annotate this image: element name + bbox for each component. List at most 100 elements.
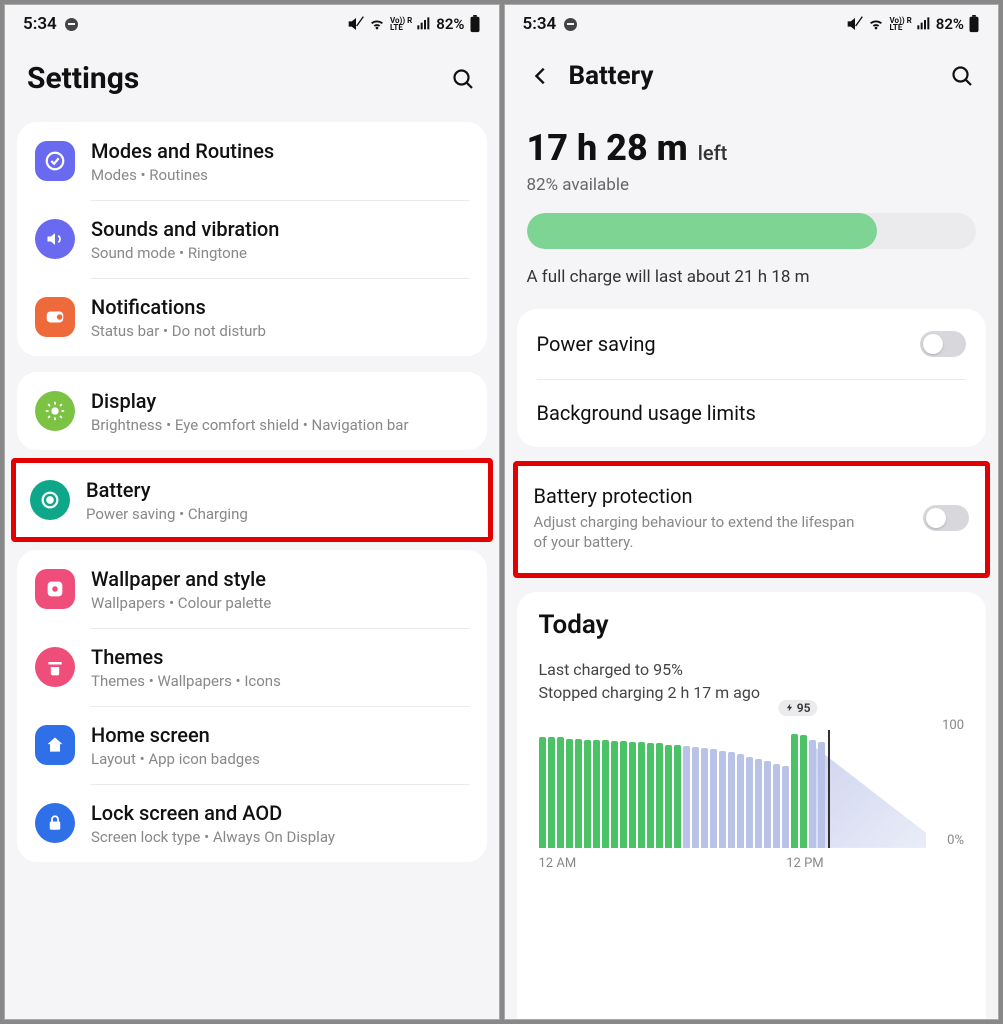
power-saving-toggle[interactable] bbox=[920, 331, 966, 357]
battery-screen: 5:34 Vo)) RLTE 82% Battery 17 h 28 m lef… bbox=[504, 4, 1000, 1020]
row-sub: Layout • App icon badges bbox=[91, 750, 469, 768]
battery-protection-toggle[interactable] bbox=[923, 505, 969, 531]
highlight-battery-protection: Battery protection Adjust charging behav… bbox=[513, 461, 991, 578]
signal-icon bbox=[416, 16, 432, 32]
chart-bar-discharging bbox=[719, 751, 726, 848]
chart-bar-charging bbox=[620, 741, 627, 848]
search-icon bbox=[950, 64, 974, 88]
battery-icon bbox=[469, 15, 481, 33]
chart-bar-charging bbox=[584, 740, 591, 848]
chart-bar-charging bbox=[647, 743, 654, 847]
status-icons: Vo)) RLTE 82% bbox=[348, 15, 481, 33]
time-left-suffix: left bbox=[698, 141, 728, 165]
row-title: Modes and Routines bbox=[91, 138, 469, 164]
notif-icon bbox=[35, 297, 75, 337]
row-background-usage[interactable]: Background usage limits bbox=[517, 379, 987, 447]
row-power-saving[interactable]: Power saving bbox=[517, 309, 987, 379]
status-bar: 5:34 Vo)) RLTE 82% bbox=[5, 5, 499, 43]
settings-group: Display Brightness • Eye comfort shield … bbox=[17, 372, 487, 450]
row-lock-screen[interactable]: Lock screen and AOD Screen lock type • A… bbox=[17, 784, 487, 862]
row-wallpaper[interactable]: Wallpaper and style Wallpapers • Colour … bbox=[17, 550, 487, 628]
y-tick-top: 100 bbox=[942, 718, 964, 733]
battery-settings-icon bbox=[30, 480, 70, 520]
chart-bar-discharging bbox=[755, 759, 762, 848]
row-title: Notifications bbox=[91, 294, 469, 320]
row-sub: Status bar • Do not disturb bbox=[91, 322, 469, 340]
settings-screen: 5:34 Vo)) RLTE 82% Settings Modes and Ro… bbox=[4, 4, 500, 1020]
chart-bar-charging bbox=[557, 737, 564, 847]
row-display[interactable]: Display Brightness • Eye comfort shield … bbox=[17, 372, 487, 450]
chart-bar-discharging bbox=[809, 740, 816, 848]
chart-bar-discharging bbox=[773, 764, 780, 848]
row-themes[interactable]: Themes Themes • Wallpapers • Icons bbox=[17, 628, 487, 706]
chevron-left-icon bbox=[530, 65, 552, 87]
status-icons: Vo)) RLTE 82% bbox=[847, 15, 980, 33]
row-sub: Adjust charging behaviour to extend the … bbox=[534, 512, 864, 553]
row-sub: Power saving • Charging bbox=[86, 505, 474, 523]
chart-bar-discharging bbox=[728, 752, 735, 848]
header: Settings bbox=[5, 43, 499, 114]
highlight-battery: Battery Power saving • Charging bbox=[11, 458, 493, 542]
themes-icon bbox=[35, 647, 75, 687]
chart-y-axis: 100 0% bbox=[936, 718, 964, 848]
search-icon bbox=[451, 67, 475, 91]
x-tick-0: 12 AM bbox=[539, 856, 717, 871]
today-info: Last charged to 95% Stopped charging 2 h… bbox=[539, 658, 965, 704]
today-group: Today Last charged to 95% Stopped chargi… bbox=[517, 592, 987, 1020]
row-home-screen[interactable]: Home screen Layout • App icon badges bbox=[17, 706, 487, 784]
search-button[interactable] bbox=[948, 62, 976, 90]
settings-group: Modes and Routines Modes • Routines Soun… bbox=[17, 122, 487, 356]
x-tick-1: 12 PM bbox=[716, 856, 964, 871]
home-icon bbox=[35, 725, 75, 765]
chart-bar-charging bbox=[629, 742, 636, 848]
chart-bar-discharging bbox=[710, 749, 717, 847]
row-sub: Themes • Wallpapers • Icons bbox=[91, 672, 469, 690]
row-modes-routines[interactable]: Modes and Routines Modes • Routines bbox=[17, 122, 487, 200]
row-sounds-vibration[interactable]: Sounds and vibration Sound mode • Ringto… bbox=[17, 200, 487, 278]
chart-bar-charging bbox=[548, 737, 555, 847]
page-title: Battery bbox=[569, 61, 935, 91]
battery-options-group: Power saving Background usage limits bbox=[517, 309, 987, 447]
page-title: Settings bbox=[27, 61, 435, 96]
status-time: 5:34 bbox=[523, 14, 557, 34]
chart-bar-discharging bbox=[782, 766, 789, 848]
row-title: Battery bbox=[86, 477, 474, 503]
row-sub: Wallpapers • Colour palette bbox=[91, 594, 469, 612]
wifi-icon bbox=[368, 16, 386, 32]
full-charge-estimate: A full charge will last about 21 h 18 m bbox=[527, 267, 977, 287]
status-battery-pct: 82% bbox=[936, 15, 964, 33]
chart-bar-discharging bbox=[737, 754, 744, 848]
chart-bar-discharging bbox=[764, 761, 771, 847]
row-battery-protection[interactable]: Battery protection Adjust charging behav… bbox=[518, 466, 986, 573]
battery-chart[interactable]: 95 100 0% bbox=[539, 718, 965, 848]
chart-bar-discharging bbox=[692, 747, 699, 848]
row-sub: Screen lock type • Always On Display bbox=[91, 828, 469, 846]
sound-icon bbox=[35, 219, 75, 259]
chart-projected-area bbox=[816, 748, 926, 848]
row-title: Lock screen and AOD bbox=[91, 800, 469, 826]
chart-bar-charging bbox=[611, 741, 618, 848]
battery-bar bbox=[527, 213, 977, 249]
chart-bar-charging bbox=[638, 742, 645, 848]
chart-bar-charging bbox=[674, 745, 681, 848]
chart-bar-charging bbox=[575, 739, 582, 848]
wifi-icon bbox=[867, 16, 885, 32]
chart-bar-charging bbox=[656, 743, 663, 847]
row-title: Background usage limits bbox=[537, 401, 756, 425]
row-title: Display bbox=[91, 388, 469, 414]
back-button[interactable] bbox=[527, 62, 555, 90]
search-button[interactable] bbox=[449, 65, 477, 93]
chart-bar-charging bbox=[593, 740, 600, 848]
display-icon bbox=[35, 391, 75, 431]
status-time: 5:34 bbox=[23, 14, 57, 34]
row-title: Battery protection bbox=[534, 484, 864, 508]
signal-icon bbox=[916, 16, 932, 32]
row-notifications[interactable]: Notifications Status bar • Do not distur… bbox=[17, 278, 487, 356]
chart-bar-charging bbox=[602, 740, 609, 848]
row-title: Themes bbox=[91, 644, 469, 670]
row-battery[interactable]: Battery Power saving • Charging bbox=[16, 463, 488, 537]
volte-icon: Vo)) RLTE bbox=[390, 17, 412, 31]
chart-now-line bbox=[828, 730, 830, 848]
battery-bar-fill bbox=[527, 213, 878, 249]
battery-summary: 17 h 28 m left 82% available A full char… bbox=[505, 109, 999, 301]
